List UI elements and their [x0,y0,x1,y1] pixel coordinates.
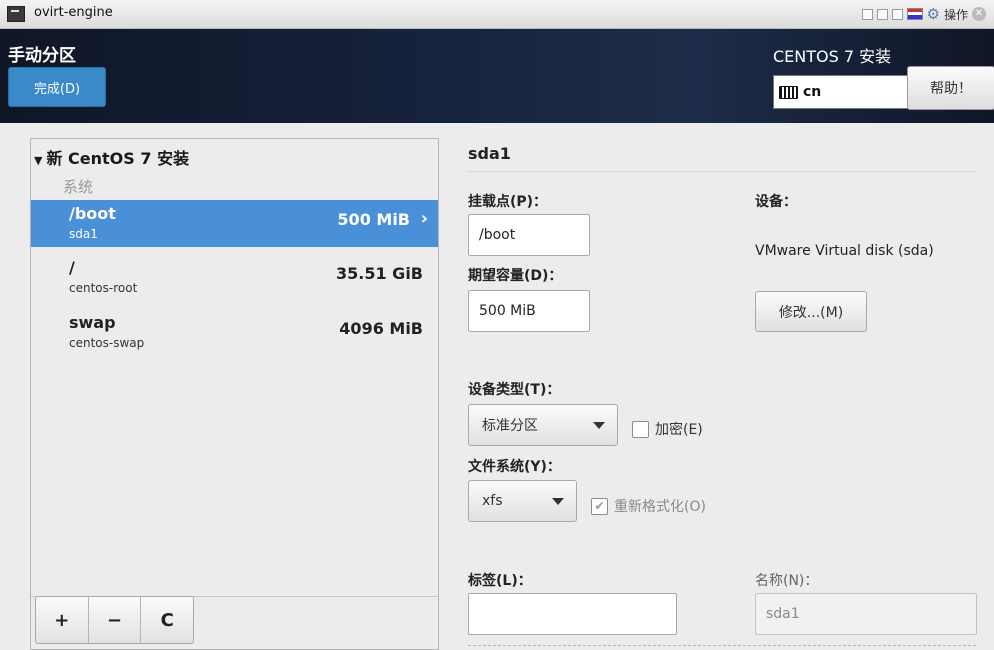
partition-device: centos-swap [69,336,145,350]
name-field[interactable]: sda1 [755,593,977,635]
close-icon[interactable]: ✕ [972,7,986,21]
chevron-right-icon: › [420,208,428,229]
device-value: VMware Virtual disk (sda) [755,243,934,259]
filesystem-label: 文件系统(Y)： [468,459,561,475]
partition-device: sda1 [69,227,98,241]
window-title: ovirt-engine [34,5,113,20]
window-titlebar: ovirt-engine ⚙ 操作 ✕ [0,0,994,29]
filesystem-value: xfs [482,493,503,509]
reformat-checkbox[interactable]: ✔ 重新格式化(O) [591,496,706,516]
actions-menu[interactable]: 操作 [944,6,968,23]
partition-device: centos-root [69,281,138,295]
group-label-system: 系统 [63,178,94,196]
name-label: 名称(N)： [755,573,819,589]
partition-size: 500 MiB [337,210,410,229]
partition-mount: / [69,258,75,277]
chevron-down-icon [552,498,564,505]
tag-field[interactable] [468,593,677,635]
help-button[interactable]: 帮助！ [907,66,994,110]
partition-tree-panel: ▼ 新 CentOS 7 安装 系统 /boot sda1 500 MiB › /… [30,138,439,650]
detail-separator [468,171,976,172]
expand-triangle-icon[interactable]: ▼ [34,154,42,167]
terminal-app-icon [7,6,25,22]
partition-mount: swap [69,313,116,332]
tag-label: 标签(L)： [468,573,532,589]
window-button-3[interactable] [891,8,903,20]
gear-icon[interactable]: ⚙ [927,6,940,22]
capacity-label: 期望容量(D)： [468,268,563,284]
partition-item-boot[interactable]: /boot sda1 500 MiB › [31,200,438,247]
window-button-1[interactable] [861,8,873,20]
mount-point-field[interactable]: /boot [468,214,590,256]
reformat-label: 重新格式化(O) [614,499,706,515]
detail-title: sda1 [468,144,511,163]
partition-toolbar: + − C [35,596,194,644]
partition-size: 4096 MiB [339,319,423,338]
partition-item-root[interactable]: / centos-root 35.51 GiB [31,254,438,301]
device-type-dropdown[interactable]: 标准分区 [468,404,618,446]
flag-icon[interactable] [906,8,923,20]
checkmark-icon: ✔ [591,497,608,515]
partition-item-swap[interactable]: swap centos-swap 4096 MiB [31,309,438,356]
reload-button[interactable]: C [141,597,193,643]
partition-mount: /boot [69,204,116,223]
tree-root[interactable]: ▼ 新 CentOS 7 安装 [34,145,189,169]
keyboard-layout-value: cn [803,84,822,100]
device-label: 设备： [755,194,797,210]
installer-header: 手动分区 完成(D) CENTOS 7 安装 cn 帮助！ [0,29,994,123]
device-type-value: 标准分区 [482,418,538,434]
checkbox-box [632,420,649,438]
remove-partition-button[interactable]: − [89,597,142,643]
partition-detail-panel: sda1 挂载点(P)： /boot 期望容量(D)： 500 MiB 设备： … [440,123,994,649]
add-partition-button[interactable]: + [36,597,89,643]
keyboard-icon [779,85,798,99]
encrypt-checkbox[interactable]: 加密(E) [632,419,703,439]
keyboard-layout-indicator[interactable]: cn [773,75,911,109]
product-title: CENTOS 7 安装 [773,47,892,66]
device-type-label: 设备类型(T)： [468,382,561,398]
partition-size: 35.51 GiB [336,264,423,283]
filesystem-dropdown[interactable]: xfs [468,480,577,522]
mount-point-label: 挂载点(P)： [468,194,548,210]
encrypt-label: 加密(E) [655,422,703,438]
window-button-2[interactable] [876,8,888,20]
chevron-down-icon [593,422,605,429]
window-controls: ⚙ 操作 ✕ [861,5,986,23]
modify-button[interactable]: 修改...(M) [755,291,867,332]
done-button[interactable]: 完成(D) [8,67,106,107]
capacity-field[interactable]: 500 MiB [468,290,590,332]
dashed-divider [468,645,976,646]
tree-root-label: 新 CentOS 7 安装 [46,149,190,168]
page-title: 手动分区 [8,46,76,66]
